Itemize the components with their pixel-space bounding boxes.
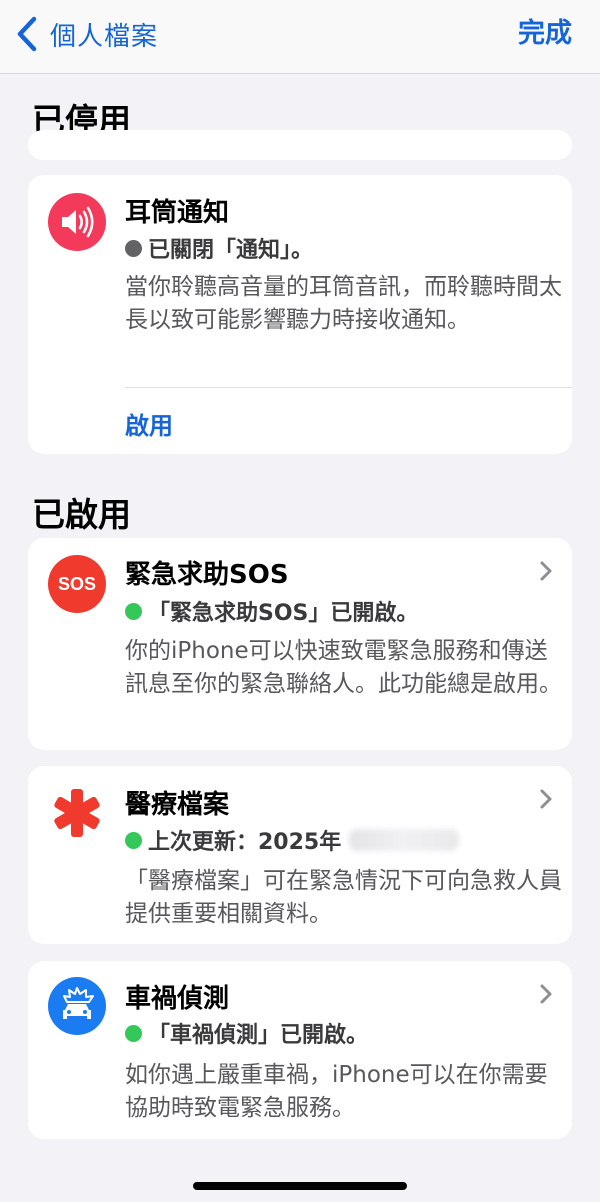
headphone-status-text: 已關閉「通知」。 — [148, 238, 314, 263]
crash-description: 如你遇上嚴重車禍，iPhone可以在你需要協助時致電緊急服務。 — [125, 1062, 548, 1121]
divider — [125, 387, 572, 388]
back-button[interactable]: 個人檔案 — [14, 14, 158, 54]
crash-title: 車禍偵測 — [125, 984, 230, 1014]
section-title-enabled: 已啟用 — [32, 495, 131, 534]
car-crash-icon — [48, 977, 106, 1035]
home-indicator — [193, 1182, 407, 1190]
crash-status: 「車禍偵測」已開啟。 — [125, 1017, 368, 1049]
medical-asterisk-icon — [48, 784, 106, 842]
medical-status: 上次更新：2025年 — [125, 824, 460, 856]
sos-status-text: 「緊急求助SOS」已開啟。 — [148, 601, 419, 626]
redacted-date — [349, 829, 460, 851]
back-button-label: 個人檔案 — [50, 21, 159, 52]
chevron-right-icon — [540, 984, 552, 1004]
medical-status-text: 上次更新：2025年 — [148, 830, 342, 855]
partial-card — [28, 130, 572, 160]
sos-description: 你的iPhone可以快速致電緊急服務和傳送訊息至你的緊急聯絡人。此功能總是啟用。 — [125, 638, 562, 697]
emergency-sos-card[interactable]: SOS 緊急求助SOS 「緊急求助SOS」已開啟。 你的iPhone可以快速致電… — [28, 538, 572, 750]
chevron-right-icon — [540, 789, 552, 809]
headphone-notifications-card: 耳筒通知 已關閉「通知」。 當你聆聽高音量的耳筒音訊，而聆聽時間太長以致可能影響… — [28, 175, 572, 454]
status-off-dot — [125, 239, 142, 257]
done-button[interactable]: 完成 — [518, 14, 572, 54]
speaker-wave-icon — [48, 193, 106, 251]
crash-status-text: 「車禍偵測」已開啟。 — [148, 1023, 369, 1048]
headphone-title: 耳筒通知 — [125, 198, 230, 228]
navigation-bar: 個人檔案 完成 — [0, 0, 600, 74]
sos-title: 緊急求助SOS — [125, 560, 289, 590]
chevron-right-icon — [540, 561, 552, 581]
headphone-description: 當你聆聽高音量的耳筒音訊，而聆聽時間太長以致可能影響聽力時接收通知。 — [125, 274, 562, 333]
enable-button[interactable]: 啟用 — [125, 406, 173, 441]
medical-title: 醫療檔案 — [125, 790, 230, 820]
headphone-status: 已關閉「通知」。 — [125, 232, 313, 264]
chevron-left-icon — [17, 16, 37, 52]
status-on-dot — [125, 1024, 142, 1042]
sos-status: 「緊急求助SOS」已開啟。 — [125, 595, 418, 627]
sos-icon: SOS — [48, 555, 106, 613]
status-on-dot — [125, 602, 142, 620]
medical-description: 「醫療檔案」可在緊急情況下可向急救人員提供重要相關資料。 — [125, 868, 562, 927]
medical-id-card[interactable]: 醫療檔案 上次更新：2025年 「醫療檔案」可在緊急情況下可向急救人員提供重要相… — [28, 766, 572, 944]
status-on-dot — [125, 831, 142, 849]
crash-detection-card[interactable]: 車禍偵測 「車禍偵測」已開啟。 如你遇上嚴重車禍，iPhone可以在你需要協助時… — [28, 961, 572, 1139]
